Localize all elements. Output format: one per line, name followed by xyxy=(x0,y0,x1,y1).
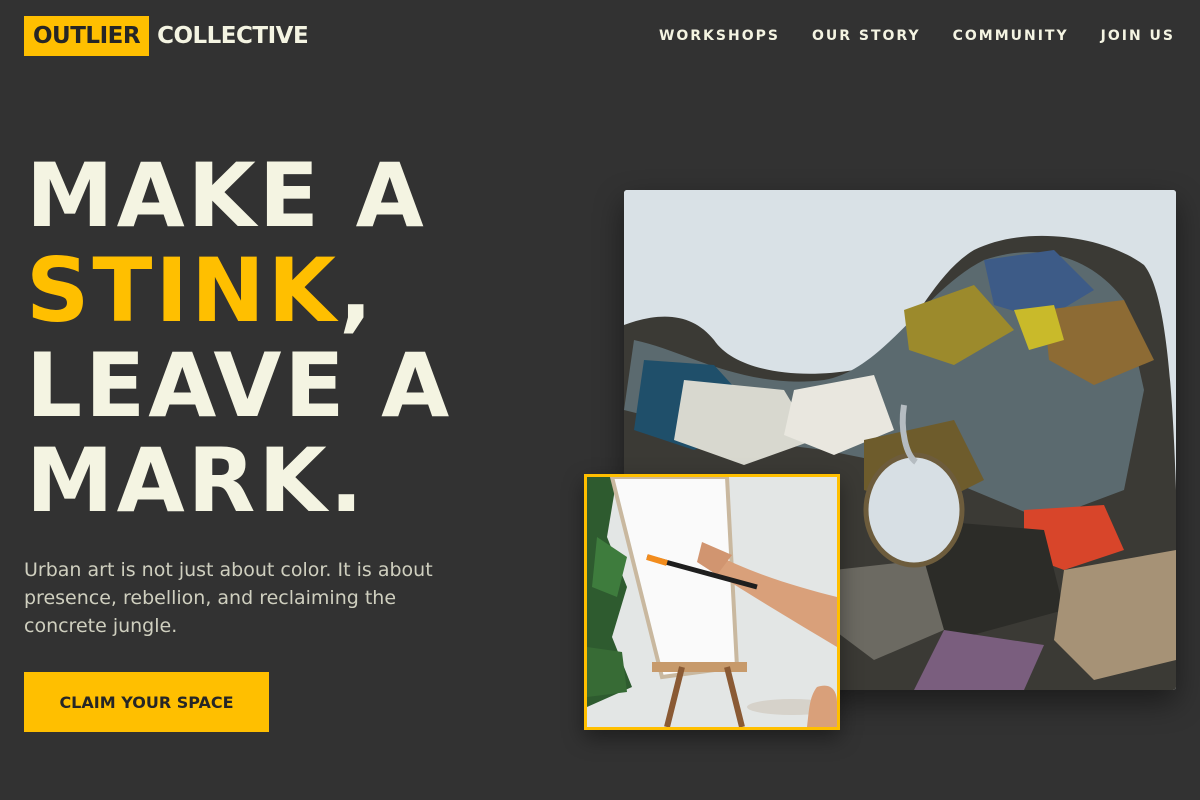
hero-description: Urban art is not just about color. It is… xyxy=(24,559,433,637)
headline-line-3: LEAVE A xyxy=(26,334,453,437)
nav-item-workshops[interactable]: WORKSHOPS xyxy=(659,27,780,45)
headline-line-4: MARK. xyxy=(26,429,367,532)
painting-at-easel-photo xyxy=(584,474,840,730)
nav-item-community[interactable]: COMMUNITY xyxy=(953,27,1069,45)
headline-comma: , xyxy=(339,239,376,342)
nav-item-join-us[interactable]: JOIN US xyxy=(1101,27,1175,45)
brand-logo[interactable]: OUTLIER COLLECTIVE xyxy=(24,16,309,56)
headline-line-2: STINK, xyxy=(26,243,452,338)
hero-headline: MAKE A STINK, LEAVE A MARK. xyxy=(26,148,452,528)
claim-your-space-button[interactable]: CLAIM YOUR SPACE xyxy=(24,672,269,732)
brand-highlight: OUTLIER xyxy=(24,16,150,56)
brand-name: COLLECTIVE xyxy=(157,23,309,49)
headline-line-1: MAKE A xyxy=(26,144,427,247)
headline-highlight: STINK xyxy=(26,239,339,342)
main-nav: WORKSHOPS OUR STORY COMMUNITY JOIN US xyxy=(659,27,1175,45)
nav-item-our-story[interactable]: OUR STORY xyxy=(812,27,921,45)
